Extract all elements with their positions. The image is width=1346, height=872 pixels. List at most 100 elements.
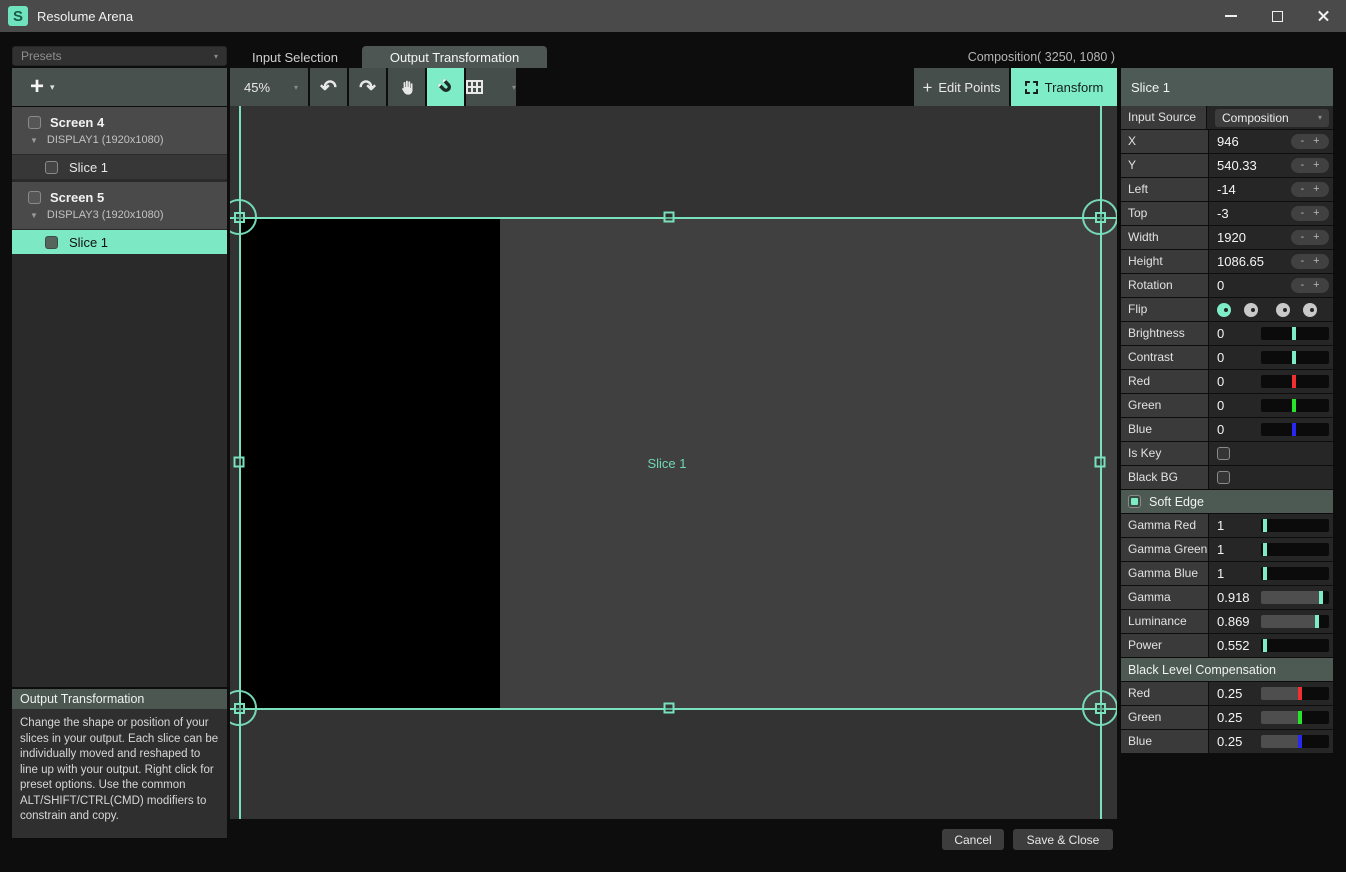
value-field[interactable]: 0.25 [1217, 686, 1242, 701]
value-field[interactable]: 0 [1217, 422, 1224, 437]
value-field[interactable]: 1 [1217, 566, 1224, 581]
value-field[interactable]: 0 [1217, 398, 1224, 413]
output-canvas[interactable]: Slice 1 [230, 106, 1117, 819]
value-field[interactable]: 1920 [1217, 230, 1246, 245]
tab-output-transformation[interactable]: Output Transformation [362, 46, 547, 68]
corner-handle-top-right[interactable] [1082, 199, 1117, 235]
slider[interactable] [1261, 375, 1329, 388]
tab-input-selection[interactable]: Input Selection [230, 46, 360, 68]
slider[interactable] [1261, 615, 1329, 628]
screen-name: Screen 4 [50, 115, 104, 130]
spinner-control[interactable]: -+ [1291, 158, 1329, 173]
slider-handle[interactable] [1319, 591, 1323, 604]
slider-handle[interactable] [1292, 423, 1296, 436]
value-field[interactable]: 0.552 [1217, 638, 1250, 653]
value-field[interactable]: 0.25 [1217, 734, 1242, 749]
edge-handle-left[interactable] [234, 457, 245, 468]
slider[interactable] [1261, 351, 1329, 364]
screen-enable-checkbox[interactable] [28, 116, 41, 129]
slider[interactable] [1261, 327, 1329, 340]
screen-header[interactable]: Screen 5 ▼ DISPLAY3 (1920x1080) [12, 182, 227, 229]
snap-tool-button[interactable] [427, 68, 464, 106]
save-close-button[interactable]: Save & Close [1013, 829, 1113, 850]
undo-button[interactable]: ↶ [310, 68, 347, 106]
slider[interactable] [1261, 639, 1329, 652]
add-slice-button[interactable]: + ▾ [12, 68, 227, 106]
slider-handle[interactable] [1263, 519, 1267, 532]
flip-both-icon[interactable] [1303, 303, 1317, 317]
maximize-button[interactable] [1254, 0, 1300, 32]
spinner-control[interactable]: -+ [1291, 230, 1329, 245]
cancel-button[interactable]: Cancel [942, 829, 1004, 850]
spinner-control[interactable]: -+ [1291, 278, 1329, 293]
slice-row-selected[interactable]: Slice 1 [12, 230, 227, 254]
value-field[interactable]: -3 [1217, 206, 1229, 221]
edit-points-button[interactable]: + Edit Points [914, 68, 1009, 106]
value-field[interactable]: 0.918 [1217, 590, 1250, 605]
screen-header[interactable]: Screen 4 ▼ DISPLAY1 (1920x1080) [12, 107, 227, 154]
value-field[interactable]: 0 [1217, 374, 1224, 389]
screen-enable-checkbox[interactable] [28, 191, 41, 204]
value-field[interactable]: 1086.65 [1217, 254, 1264, 269]
slider-handle[interactable] [1298, 735, 1302, 748]
slider-handle[interactable] [1263, 543, 1267, 556]
is-key-checkbox[interactable] [1217, 447, 1230, 460]
slider-handle[interactable] [1263, 639, 1267, 652]
pan-tool-button[interactable] [388, 68, 425, 106]
presets-dropdown[interactable]: Presets ▾ [12, 46, 227, 66]
slider[interactable] [1261, 399, 1329, 412]
close-button[interactable] [1300, 0, 1346, 32]
flip-normal-icon[interactable] [1217, 303, 1231, 317]
slider-handle[interactable] [1315, 615, 1319, 628]
corner-handle-bottom-right[interactable] [1082, 690, 1117, 726]
slider-handle[interactable] [1292, 375, 1296, 388]
spinner-control[interactable]: -+ [1291, 254, 1329, 269]
value-field[interactable]: 540.33 [1217, 158, 1257, 173]
spinner-control[interactable]: -+ [1291, 206, 1329, 221]
value-field[interactable]: 0.869 [1217, 614, 1250, 629]
slider-handle[interactable] [1263, 567, 1267, 580]
slider-handle[interactable] [1292, 327, 1296, 340]
flip-horizontal-icon[interactable] [1244, 303, 1258, 317]
slice-row[interactable]: Slice 1 [12, 155, 227, 179]
spinner-control[interactable]: -+ [1291, 182, 1329, 197]
slider[interactable] [1261, 735, 1329, 748]
value-field[interactable]: 0 [1217, 278, 1224, 293]
edge-handle-bottom[interactable] [664, 703, 675, 714]
redo-button[interactable]: ↷ [349, 68, 386, 106]
slider-handle[interactable] [1298, 687, 1302, 700]
transform-button[interactable]: Transform [1011, 68, 1117, 106]
slider-handle[interactable] [1292, 351, 1296, 364]
minimize-button[interactable] [1208, 0, 1254, 32]
composition-content-area[interactable] [239, 217, 500, 708]
value-field[interactable]: 0 [1217, 350, 1224, 365]
slider[interactable] [1261, 543, 1329, 556]
black-bg-checkbox[interactable] [1217, 471, 1230, 484]
value-field[interactable]: -14 [1217, 182, 1236, 197]
zoom-level-dropdown[interactable]: 45% ▾ [230, 68, 308, 106]
slider-handle[interactable] [1292, 399, 1296, 412]
spinner-control[interactable]: -+ [1291, 134, 1329, 149]
value-field[interactable]: 1 [1217, 542, 1224, 557]
slider[interactable] [1261, 423, 1329, 436]
slider[interactable] [1261, 519, 1329, 532]
collapse-triangle-icon[interactable]: ▼ [30, 211, 38, 220]
input-source-dropdown[interactable]: Composition ▾ [1215, 109, 1329, 127]
edge-handle-top[interactable] [664, 212, 675, 223]
slider[interactable] [1261, 567, 1329, 580]
value-field[interactable]: 1 [1217, 518, 1224, 533]
slice-enable-checkbox[interactable] [45, 161, 58, 174]
value-field[interactable]: 0 [1217, 326, 1224, 341]
slice-enable-checkbox[interactable] [45, 236, 58, 249]
collapse-triangle-icon[interactable]: ▼ [30, 136, 38, 145]
slider[interactable] [1261, 591, 1329, 604]
grid-options-button[interactable]: ▾ [466, 68, 516, 106]
soft-edge-checkbox[interactable] [1128, 495, 1141, 508]
value-field[interactable]: 0.25 [1217, 710, 1242, 725]
slider-handle[interactable] [1298, 711, 1302, 724]
edge-handle-right[interactable] [1095, 457, 1106, 468]
flip-vertical-icon[interactable] [1276, 303, 1290, 317]
value-field[interactable]: 946 [1217, 134, 1239, 149]
slider[interactable] [1261, 687, 1329, 700]
slider[interactable] [1261, 711, 1329, 724]
